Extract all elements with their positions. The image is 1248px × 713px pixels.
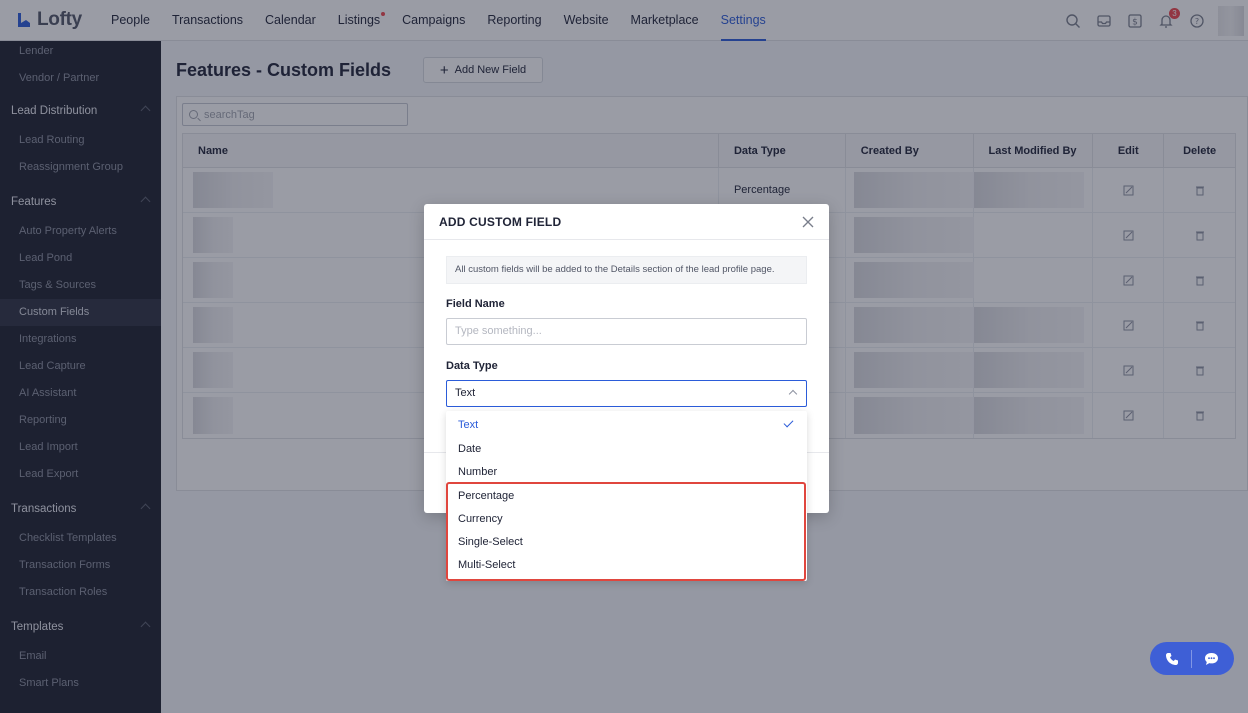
option-number[interactable]: Number: [446, 461, 807, 484]
chevron-up-icon: [788, 389, 798, 399]
chat-icon[interactable]: [1203, 651, 1220, 667]
option-text[interactable]: Text: [446, 414, 807, 437]
option-label: Text: [458, 419, 479, 431]
modal-header: ADD CUSTOM FIELD: [424, 204, 829, 240]
field-name-label: Field Name: [446, 298, 505, 310]
field-name-placeholder: Type something...: [455, 325, 542, 337]
close-icon[interactable]: [801, 215, 815, 229]
highlight-box: [446, 482, 806, 581]
modal-title: ADD CUSTOM FIELD: [439, 215, 562, 229]
data-type-select[interactable]: Text: [446, 380, 807, 407]
option-date[interactable]: Date: [446, 438, 807, 461]
divider: [1190, 649, 1192, 668]
data-type-label: Data Type: [446, 360, 498, 372]
data-type-selected-value: Text: [455, 387, 476, 399]
field-name-input[interactable]: Type something...: [446, 318, 807, 345]
check-icon: [783, 417, 794, 428]
phone-icon[interactable]: [1164, 651, 1180, 667]
info-notice: All custom fields will be added to the D…: [446, 256, 807, 284]
contact-actions: [1150, 642, 1234, 675]
